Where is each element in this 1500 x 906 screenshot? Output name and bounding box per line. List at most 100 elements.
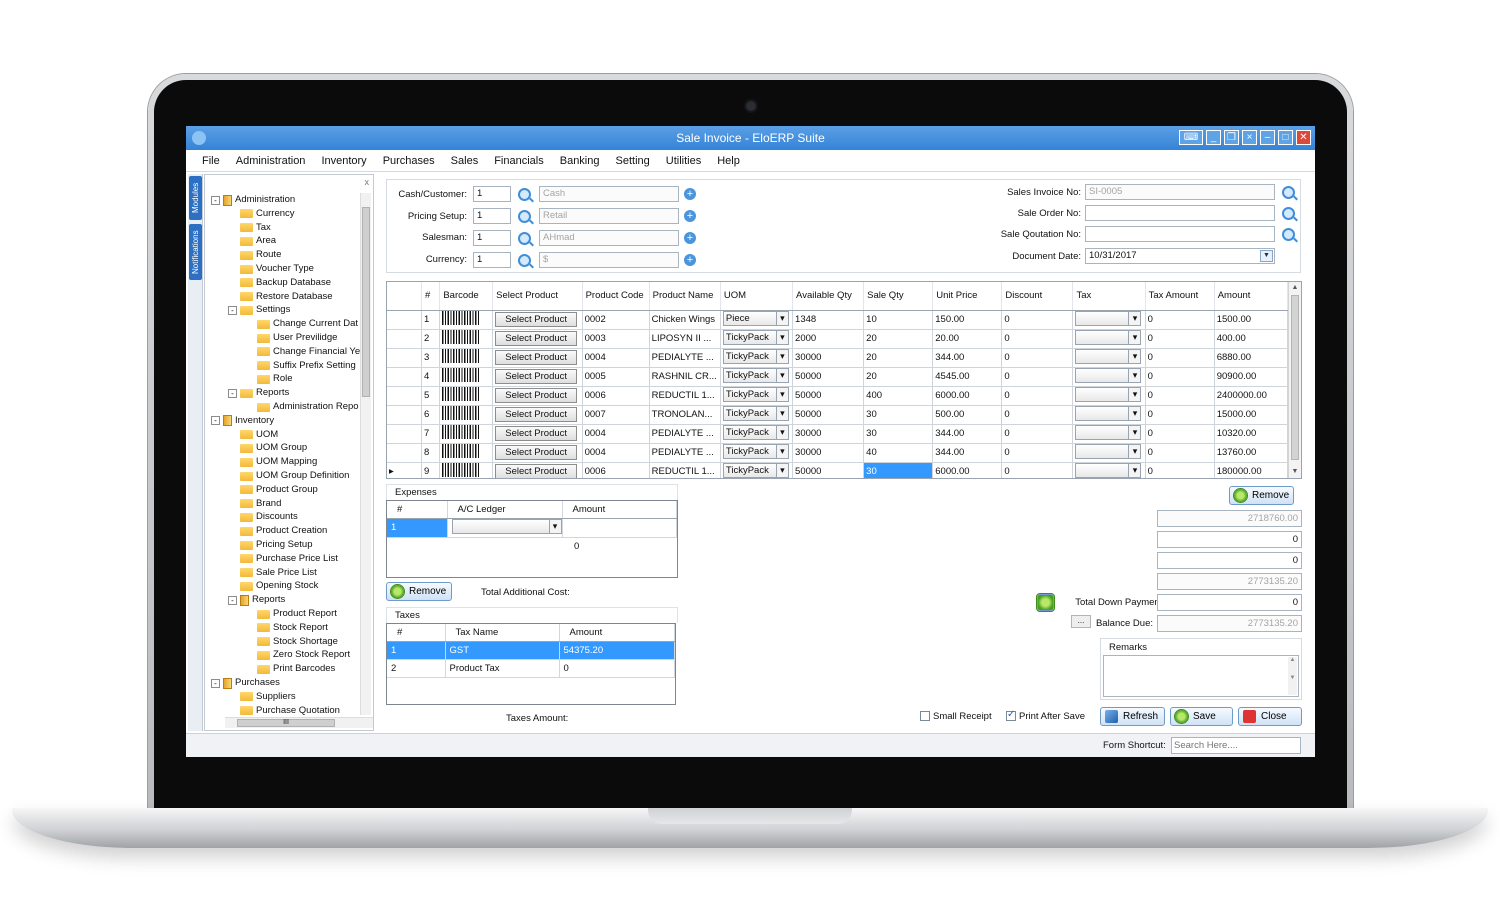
tree-item[interactable]: Zero Stock Report (245, 648, 350, 662)
tree-item[interactable]: Backup Database (228, 276, 331, 290)
minimize-inner-button[interactable]: _ (1206, 130, 1221, 145)
sale-qty-cell[interactable]: 30 (863, 424, 934, 444)
pricing-search-icon[interactable] (518, 210, 531, 223)
column-header[interactable]: Tax (1072, 282, 1146, 311)
order-no-input[interactable] (1085, 205, 1275, 221)
currency-search-icon[interactable] (518, 254, 531, 267)
tax-name-cell[interactable]: GST (445, 641, 560, 660)
table-row[interactable]: 1 Select Product 0002Chicken WingsPiece134… (387, 310, 1289, 330)
product-name-cell[interactable]: LIPOSYN II ... (649, 329, 721, 349)
tree-item[interactable]: Stock Shortage (245, 635, 338, 649)
sale-qty-cell[interactable]: 400 (863, 386, 934, 406)
column-header[interactable]: Available Qty (792, 282, 865, 311)
print-after-save-checkbox[interactable] (1006, 709, 1016, 722)
select-product-button[interactable]: Select Product (495, 426, 578, 441)
sale-qty-cell[interactable]: 20 (863, 329, 934, 349)
unit-price-cell[interactable]: 344.00 (932, 443, 1003, 463)
tree-item[interactable]: Role (245, 372, 293, 386)
table-row[interactable]: 5 Select Product 0006 REDUCTIL 1... TickyPac… (387, 386, 1289, 406)
menu-item-administration[interactable]: Administration (236, 155, 306, 167)
menu-item-utilities[interactable]: Utilities (666, 155, 701, 167)
currency-name-field[interactable]: $ (539, 252, 679, 268)
menu-item-purchases[interactable]: Purchases (383, 155, 435, 167)
unit-price-cell[interactable]: 4545.00 (932, 367, 1003, 387)
minimize-button[interactable]: – (1260, 130, 1275, 145)
tree-item[interactable]: Change Current Dat (245, 317, 358, 331)
tree-item[interactable]: - Purchases (211, 676, 280, 690)
column-header[interactable]: Barcode (439, 282, 494, 311)
tree-item[interactable]: - Settings (228, 303, 290, 317)
tax-dropdown[interactable] (1075, 443, 1142, 459)
select-product-button[interactable]: Select Product (495, 445, 578, 460)
product-name-cell[interactable]: PEDIALYTE ... (649, 348, 721, 368)
select-product-button[interactable]: Select Product (495, 464, 578, 478)
pricing-id-input[interactable]: 1 (473, 208, 511, 224)
customer-search-icon[interactable] (518, 188, 531, 201)
tax-dropdown[interactable] (1075, 462, 1142, 478)
salesman-name-field[interactable]: AHmad (539, 230, 679, 246)
collapse-icon[interactable]: - (211, 678, 220, 688)
tree-item[interactable]: Change Financial Ye (245, 345, 360, 359)
table-row[interactable]: 6Select Product0007TRONOLAN...TickyPack5… (387, 405, 1289, 425)
column-header[interactable]: Amount (1214, 282, 1289, 311)
uom-dropdown[interactable]: TickyPack (722, 329, 789, 345)
product-name-cell[interactable]: REDUCTIL 1... (649, 386, 721, 406)
grid-vertical-scrollbar[interactable]: ▲ ▼ (1288, 282, 1301, 478)
tree-item[interactable]: UOM Mapping (228, 455, 317, 469)
column-header[interactable]: Sale Qty (863, 282, 934, 311)
unit-price-cell[interactable]: 344.00 (932, 424, 1003, 444)
tree-item[interactable]: Brand (228, 497, 281, 511)
tax-dropdown[interactable] (1075, 424, 1142, 440)
table-row[interactable]: 8 Select Product 0004 PEDIALYTE ... TickyPac… (387, 443, 1289, 463)
column-header[interactable]: Unit Price (932, 282, 1003, 311)
product-code-cell[interactable]: 0003 (582, 329, 650, 349)
tree-item[interactable]: Currency (228, 207, 295, 221)
table-row[interactable]: 4 Select Product 0005 RASHNIL CR... TickyPac… (387, 367, 1289, 387)
keyboard-icon[interactable]: ⌨ (1179, 130, 1203, 145)
tree-item[interactable]: Route (228, 248, 281, 262)
column-header[interactable]: UOM (720, 282, 794, 311)
tax-amount-cell[interactable]: 54375.20 (559, 641, 675, 660)
tree-item[interactable]: UOM Group Definition (228, 469, 349, 483)
customer-id-input[interactable]: 1 (473, 186, 511, 202)
salesman-search-icon[interactable] (518, 232, 531, 245)
table-row[interactable]: 1 (387, 518, 677, 538)
print-after-save-option[interactable]: Print After Save (1006, 709, 1085, 722)
discount-cell[interactable]: 0 (1001, 443, 1074, 463)
uom-dropdown[interactable]: TickyPack (722, 386, 789, 402)
column-header[interactable]: # (421, 282, 441, 311)
product-code-cell[interactable]: 0006 (582, 386, 650, 406)
quotation-search-icon[interactable] (1282, 228, 1295, 241)
menu-item-setting[interactable]: Setting (616, 155, 650, 167)
invoice-no-field[interactable]: SI-0005 (1085, 184, 1275, 200)
down-payment-input[interactable]: 0 (1157, 594, 1302, 611)
unit-price-cell[interactable]: 6000.00 (932, 386, 1003, 406)
sale-qty-cell[interactable]: 30 (863, 462, 934, 478)
unit-price-cell[interactable]: 20.00 (932, 329, 1003, 349)
tree-item[interactable]: Print Barcodes (245, 662, 335, 676)
expense-amount-cell[interactable] (562, 518, 677, 538)
table-row[interactable]: 2 Select Product 0003 LIPOSYN II ... TickyPa… (387, 329, 1289, 349)
tree-item[interactable]: Administration Repo (245, 400, 359, 414)
product-code-cell[interactable]: 0007 (582, 405, 650, 425)
tax-dropdown[interactable] (1075, 386, 1142, 402)
invoice-search-icon[interactable] (1282, 186, 1295, 199)
collapse-icon[interactable]: - (211, 195, 220, 205)
tax-name-cell[interactable]: Product Tax (445, 659, 560, 678)
restore-inner-button[interactable]: ❐ (1224, 130, 1239, 145)
remarks-textarea[interactable]: ▲ ▼ (1103, 655, 1299, 697)
discount-cell[interactable]: 0 (1001, 405, 1074, 425)
remove-row-button[interactable]: Remove (1229, 486, 1294, 505)
tree-item[interactable]: Area (228, 234, 276, 248)
table-row[interactable]: ▸ 9 Select Product 0006 REDUCTIL 1... TickyPa… (387, 462, 1289, 478)
table-row[interactable]: 2 Product Tax 0 (387, 659, 675, 678)
sale-qty-cell[interactable]: 20 (863, 348, 934, 368)
uom-dropdown[interactable]: TickyPack (722, 405, 789, 421)
chevron-down-icon[interactable]: ▼ (1260, 250, 1273, 262)
column-header[interactable]: Product Code (582, 282, 650, 311)
pricing-name-field[interactable]: Retail (539, 208, 679, 224)
collapse-icon[interactable]: - (228, 305, 237, 315)
product-name-cell[interactable]: RASHNIL CR... (649, 367, 721, 387)
order-search-icon[interactable] (1282, 207, 1295, 220)
unit-price-cell[interactable]: 6000.00 (932, 462, 1003, 478)
